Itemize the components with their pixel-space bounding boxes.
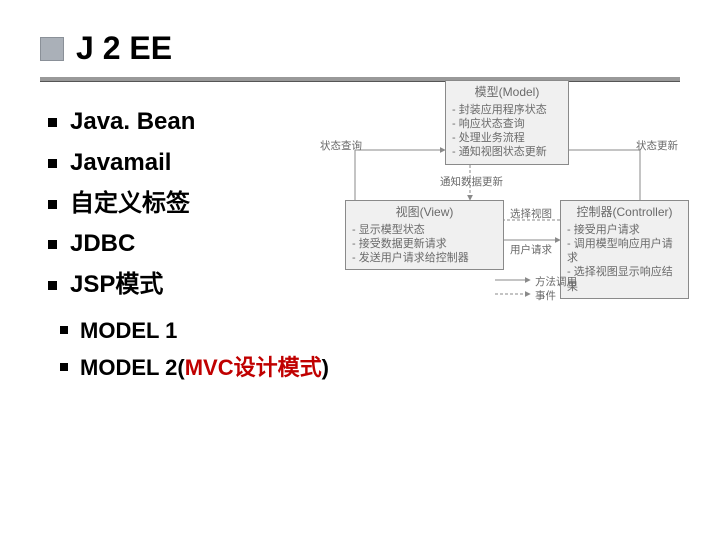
model-line-0: - 封装应用程序状态 xyxy=(452,103,562,117)
label-select-view: 选择视图 xyxy=(510,206,552,221)
view-title: 视图(View) xyxy=(352,205,497,221)
view-line-0: - 显示模型状态 xyxy=(352,223,497,237)
controller-box: 控制器(Controller) - 接受用户请求 - 调用模型响应用户请求 - … xyxy=(560,200,689,299)
bullet-custom-tag: 自定义标签 xyxy=(70,184,340,225)
controller-line-0: - 接受用户请求 xyxy=(567,223,682,237)
label-notify-update: 通知数据更新 xyxy=(440,174,503,189)
slide-title: J 2 EE xyxy=(76,30,172,67)
model2-prefix: MODEL 2( xyxy=(80,355,185,380)
label-user-request: 用户请求 xyxy=(510,242,552,257)
title-bullet-icon xyxy=(40,37,64,61)
bullet-list: Java. Bean Javamail 自定义标签 JDBC JSP模式 MOD… xyxy=(40,102,340,387)
mvc-diagram: 模型(Model) - 封装应用程序状态 - 响应状态查询 - 处理业务流程 -… xyxy=(320,80,680,300)
model-line-1: - 响应状态查询 xyxy=(452,117,562,131)
view-line-2: - 发送用户请求给控制器 xyxy=(352,251,497,265)
model-box: 模型(Model) - 封装应用程序状态 - 响应状态查询 - 处理业务流程 -… xyxy=(445,80,569,165)
controller-title: 控制器(Controller) xyxy=(567,205,682,221)
legend-event: 事件 xyxy=(535,288,556,303)
model-line-2: - 处理业务流程 xyxy=(452,131,562,145)
view-line-1: - 接受数据更新请求 xyxy=(352,237,497,251)
bullet-jdbc: JDBC xyxy=(70,224,340,265)
bullet-javabean: Java. Bean xyxy=(70,102,340,143)
slide: J 2 EE Java. Bean Javamail 自定义标签 JDBC JS… xyxy=(0,0,720,540)
bullet-javamail: Javamail xyxy=(70,143,340,184)
label-status-query: 状态查询 xyxy=(320,138,362,153)
sub-bullet-model2: MODEL 2(MVC设计模式) xyxy=(80,349,340,386)
model-title: 模型(Model) xyxy=(452,85,562,101)
model2-suffix: ) xyxy=(322,355,329,380)
controller-line-2: - 选择视图显示响应结果 xyxy=(567,265,682,294)
title-row: J 2 EE xyxy=(40,30,680,67)
controller-line-1: - 调用模型响应用户请求 xyxy=(567,237,682,266)
legend-call: 方法调用 xyxy=(535,274,577,289)
sub-bullet-model1: MODEL 1 xyxy=(80,312,340,349)
model2-mvc: MVC设计模式 xyxy=(185,355,322,380)
view-box: 视图(View) - 显示模型状态 - 接受数据更新请求 - 发送用户请求给控制… xyxy=(345,200,504,270)
model-line-3: - 通知视图状态更新 xyxy=(452,145,562,159)
bullet-jspmode: JSP模式 xyxy=(70,265,340,306)
label-status-update: 状态更新 xyxy=(636,138,678,153)
